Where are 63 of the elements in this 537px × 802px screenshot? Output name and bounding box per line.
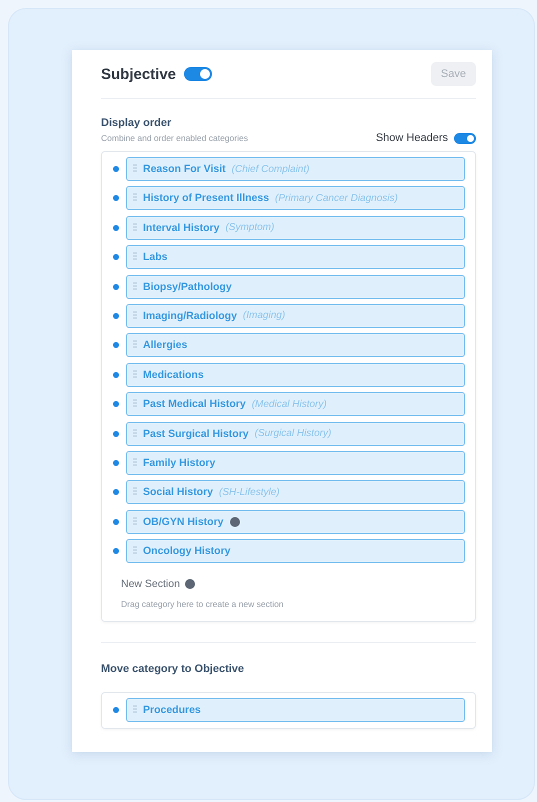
- help-icon[interactable]: [230, 516, 240, 527]
- category-item[interactable]: OB/GYN History: [126, 510, 465, 534]
- category-alias: (Imaging): [242, 310, 286, 322]
- visibility-dot-icon[interactable]: [113, 166, 119, 172]
- category-alias: (Symptom): [225, 222, 274, 234]
- category-label: Allergies: [143, 339, 188, 352]
- category-item[interactable]: Past Medical History (Medical History): [126, 392, 465, 416]
- category-label: Past Medical History: [143, 398, 246, 410]
- display-order-title: Display order: [101, 117, 172, 129]
- category-item[interactable]: Reason For Visit (Chief Complaint): [126, 157, 465, 181]
- category-label: Interval History: [143, 222, 220, 234]
- category-label: Reason For Visit: [143, 163, 226, 175]
- visibility-dot-icon[interactable]: [113, 254, 119, 260]
- visibility-dot-icon[interactable]: [113, 372, 119, 378]
- category-alias: (SH-Lifestyle): [219, 486, 280, 498]
- category-item[interactable]: Medications: [126, 362, 465, 387]
- visibility-dot-icon[interactable]: [113, 195, 119, 202]
- visibility-dot-icon[interactable]: [113, 518, 119, 525]
- category-label: Medications: [143, 368, 204, 381]
- category-alias: (Primary Cancer Diagnosis): [275, 192, 398, 204]
- section-title: Subjective: [101, 66, 176, 82]
- help-icon[interactable]: [184, 579, 195, 590]
- display-order-subtitle: Combine and order enabled categories: [101, 133, 248, 143]
- category-item[interactable]: History of Present Illness (Primary Cancer Diagnosis): [126, 186, 465, 210]
- move-category-title: Move category to Objective: [101, 663, 246, 676]
- category-alias: (Chief Complaint): [232, 164, 310, 174]
- category-item[interactable]: Social History (SH-Lifestyle): [126, 480, 465, 504]
- visibility-dot-icon[interactable]: [113, 224, 119, 231]
- category-item[interactable]: Biopsy/Pathology: [126, 274, 465, 299]
- category-label: OB/GYN History: [143, 516, 224, 528]
- category-item[interactable]: Imaging/Radiology (Imaging): [126, 304, 465, 328]
- category-item[interactable]: Past Surgical History (Surgical History): [126, 422, 465, 446]
- visibility-dot-icon[interactable]: [113, 707, 119, 714]
- enable-toggle[interactable]: [184, 67, 212, 81]
- show-headers-toggle[interactable]: [454, 132, 476, 144]
- category-label: Biopsy/Pathology: [143, 280, 232, 293]
- category-label: Family History: [143, 456, 216, 469]
- visibility-dot-icon[interactable]: [113, 430, 119, 437]
- category-item[interactable]: Labs: [126, 245, 465, 270]
- category-label: History of Present Illness: [143, 192, 270, 204]
- show-headers-label: Show Headers: [376, 132, 448, 144]
- visibility-dot-icon[interactable]: [113, 460, 119, 466]
- category-label: Oncology History: [143, 545, 231, 558]
- category-label: Imaging/Radiology: [143, 310, 237, 322]
- category-item[interactable]: Allergies: [126, 333, 465, 358]
- category-item[interactable]: Interval History (Symptom): [126, 216, 465, 240]
- category-alias: (Surgical History): [254, 428, 332, 440]
- category-label: Procedures: [143, 704, 201, 716]
- visibility-dot-icon[interactable]: [113, 284, 119, 290]
- new-section-hint: Drag category here to create a new section: [121, 599, 285, 610]
- visibility-dot-icon[interactable]: [113, 312, 119, 319]
- visibility-dot-icon[interactable]: [113, 401, 119, 408]
- new-section-title: New Section: [121, 578, 180, 590]
- category-item[interactable]: Oncology History: [126, 539, 465, 564]
- category-item[interactable]: Procedures: [126, 698, 465, 722]
- visibility-dot-icon[interactable]: [113, 342, 119, 348]
- category-item[interactable]: Family History: [126, 450, 465, 475]
- category-alias: (Medical History): [252, 398, 327, 410]
- visibility-dot-icon[interactable]: [113, 548, 119, 554]
- category-label: Social History: [143, 486, 214, 498]
- category-label: Labs: [143, 251, 168, 264]
- visibility-dot-icon[interactable]: [113, 489, 119, 496]
- category-label: Past Surgical History: [143, 428, 249, 440]
